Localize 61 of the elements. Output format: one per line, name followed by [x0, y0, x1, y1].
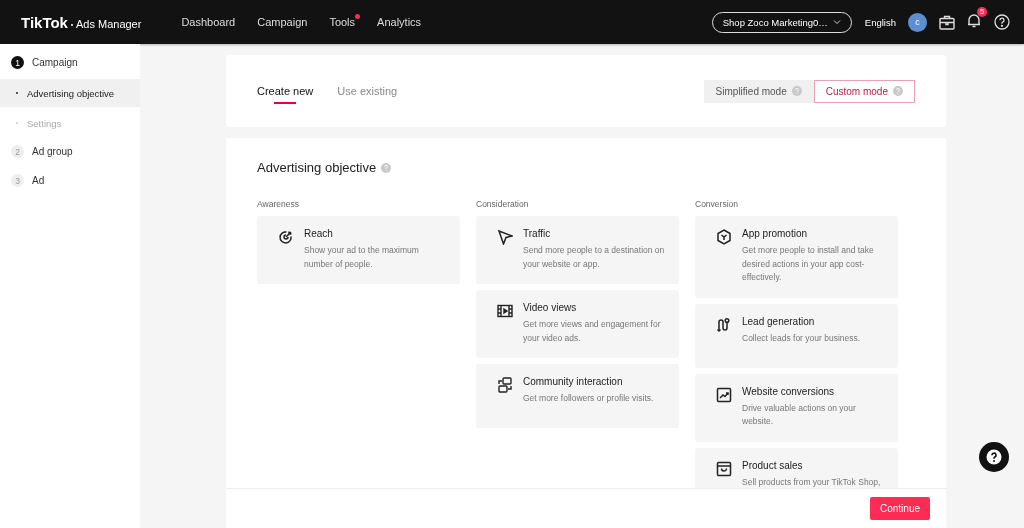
shopping-bag-icon [716, 460, 732, 477]
objective-title: App promotion [742, 228, 809, 239]
logo-text[interactable]: TikTok [21, 13, 68, 31]
group-title: Conversion [695, 199, 739, 209]
briefcase-icon[interactable] [939, 14, 955, 30]
help-button[interactable] [979, 442, 1009, 472]
route-icon [716, 316, 732, 333]
sidebar-item[interactable]: Advertising objective [0, 79, 140, 107]
objective-title: Community interaction [523, 376, 624, 387]
objective-card[interactable]: Website conversions Drive valuable actions on your website. [695, 373, 898, 442]
objective-description: Get more people to install and take desired actions in your app cost-effectively. [742, 244, 875, 284]
language-selector[interactable]: English [864, 16, 896, 28]
objective-description: Show your ad to the maximum number of people. [304, 244, 420, 271]
tab[interactable]: Create new [257, 75, 314, 107]
objective-description: Get more views and engagement for your video ads. [523, 318, 662, 345]
chart-icon [716, 386, 732, 403]
objective-card[interactable]: Reach Show your ad to the maximum number of people. [257, 216, 460, 284]
objective-title: Website conversions [742, 385, 836, 397]
objective-description: Drive valuable actions on your website. [742, 401, 857, 428]
objective-description: Get more followers or profile visits. [523, 392, 654, 405]
cursor-icon [497, 229, 513, 245]
mode-toggle[interactable]: Simplified mode [703, 79, 814, 103]
swap-icon [497, 377, 513, 393]
group-title: Consideration [476, 199, 530, 209]
step-number: 3 [11, 174, 24, 187]
step-label[interactable]: Ad group [32, 146, 73, 157]
tab[interactable]: Use existing [337, 75, 398, 107]
objective-title: Video views [523, 302, 578, 313]
objective-card[interactable]: Lead generation Collect leads for your business. [695, 303, 898, 368]
target-icon [278, 229, 294, 245]
help-icon[interactable] [994, 14, 1010, 30]
objective-title: Traffic [523, 228, 552, 239]
objective-title: Reach [304, 228, 334, 239]
objective-description: Send more people to a destination on your website or app. [523, 244, 666, 271]
nav-link[interactable]: Campaign [257, 16, 308, 28]
section-title: Advertising objective [257, 160, 377, 175]
objective-card[interactable]: Traffic Send more people to a destination on your website or app. [476, 216, 679, 284]
caret-icon [832, 18, 841, 26]
continue-button[interactable]: Continue [870, 497, 930, 520]
bell-icon[interactable] [967, 12, 981, 28]
nav-link[interactable]: Analytics [377, 16, 422, 28]
objective-title: Product sales [742, 459, 804, 471]
mode-toggle[interactable]: Custom mode [813, 79, 915, 103]
step-label[interactable]: Ad [32, 175, 45, 186]
objective-description: Sell products from your TikTok Shop, [742, 475, 881, 488]
step-label[interactable]: Campaign [32, 57, 78, 68]
objective-card[interactable]: App promotion Get more people to install and take desired actions in your app cost-effectively. [695, 216, 898, 298]
logo-subtitle: Ads Manager [75, 17, 142, 30]
nav-link[interactable]: Dashboard [181, 16, 236, 28]
objective-card[interactable]: Video views Get more views and engagement for your video ads. [476, 290, 679, 358]
hexagon-icon [716, 229, 732, 245]
help-icon [986, 449, 1002, 465]
group-title: Awareness [257, 199, 300, 209]
objective-card[interactable]: Product sales Sell products from your TikTok Shop, [695, 447, 898, 488]
step-number: 2 [11, 145, 24, 158]
nav-link[interactable]: Tools [329, 16, 356, 28]
step-number: 1 [11, 56, 24, 69]
video-icon [497, 303, 513, 319]
objective-description: Collect leads for your business. [742, 331, 861, 345]
objective-title: Lead generation [742, 315, 816, 327]
objective-card[interactable]: Community interaction Get more followers or profile visits. [476, 364, 679, 428]
